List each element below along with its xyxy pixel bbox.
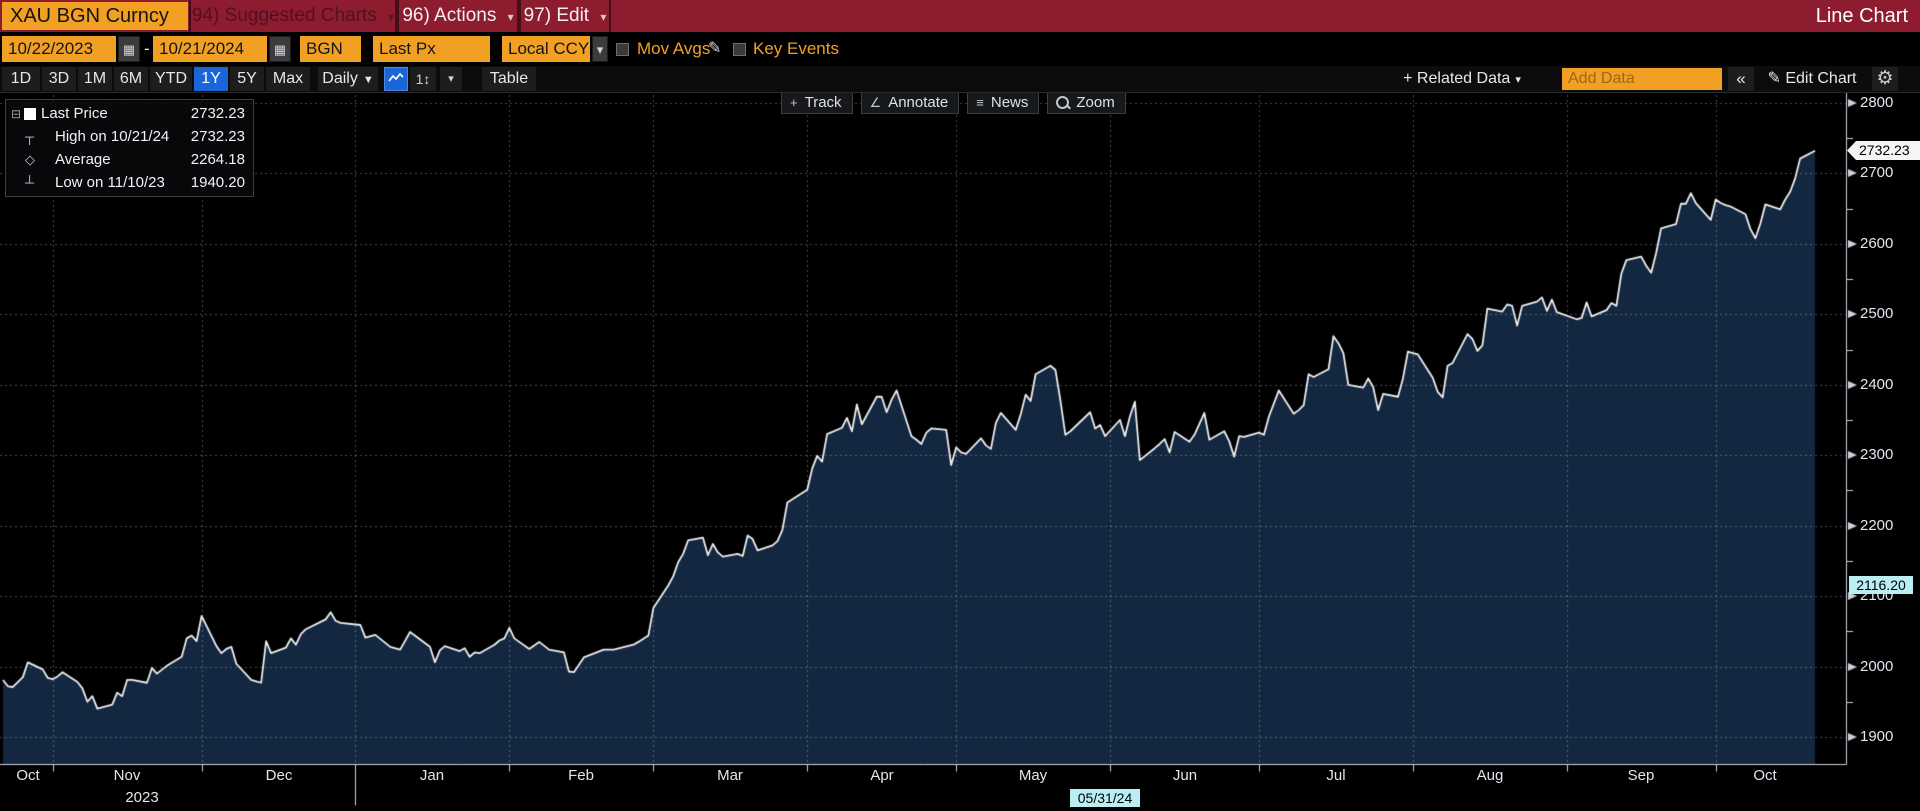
mov-avgs-label: Mov Avgs — [637, 36, 710, 62]
legend-value: 1940.20 — [191, 174, 245, 191]
actions-key: 96) — [402, 5, 429, 26]
calendar-icon: ▦ — [274, 42, 286, 57]
title-bar: XAU BGN Curncy 94) Suggested Charts ▾ 96… — [0, 0, 1920, 32]
legend-value: 2732.23 — [191, 105, 245, 122]
legend-row-low[interactable]: ┴ Low on 11/10/23 1940.20 — [6, 171, 253, 194]
price-field-selector[interactable]: Last Px — [373, 36, 490, 62]
high-marker-icon: ┬ — [25, 129, 34, 144]
security-field[interactable]: XAU BGN Curncy — [2, 2, 188, 30]
legend-value: 2732.23 — [191, 128, 245, 145]
chart-type-label: Line Chart — [1816, 0, 1908, 32]
key-events-checkbox[interactable] — [733, 43, 746, 56]
suggested-charts-menu[interactable]: 94) Suggested Charts ▾ — [189, 0, 397, 32]
track-date-axis-tag: 05/31/24 — [1070, 789, 1140, 807]
range-button-5y[interactable]: 5Y — [230, 67, 264, 91]
edit-menu[interactable]: 97) Edit ▾ — [519, 0, 611, 32]
range-button-6m[interactable]: 6M — [114, 67, 148, 91]
currency-selector[interactable]: Local CCY — [502, 36, 590, 62]
related-data-label: + Related Data — [1403, 70, 1510, 87]
settings-bar: 10/22/2023 ▦ - 10/21/2024 ▦ BGN Last Px … — [0, 32, 1920, 66]
track-price-axis-tag: 2116.20 — [1849, 576, 1913, 594]
average-marker-icon: ◇ — [25, 152, 35, 168]
legend-expand-icon[interactable]: ⊟ — [11, 107, 21, 121]
news-label: News — [991, 94, 1029, 111]
low-marker-icon: ┴ — [25, 175, 34, 190]
zoom-button[interactable]: Zoom — [1047, 92, 1125, 114]
legend-label: High on 10/21/24 — [55, 128, 191, 145]
pricing-source-field[interactable]: BGN — [300, 36, 361, 62]
year-label: 2023 — [112, 789, 172, 806]
zoom-magnifier-icon — [1056, 96, 1069, 109]
zoom-label: Zoom — [1076, 94, 1114, 111]
legend-row-average[interactable]: ◇ Average 2264.18 — [6, 148, 253, 171]
date-to-input[interactable]: 10/21/2024 — [153, 36, 267, 62]
suggested-charts-label: Suggested Charts — [225, 5, 377, 26]
mov-avgs-checkbox[interactable] — [616, 43, 629, 56]
range-button-ytd[interactable]: YTD — [150, 67, 192, 91]
chevron-down-icon: ▾ — [388, 10, 394, 24]
chevron-down-icon: ▾ — [448, 73, 454, 85]
date-to-calendar-button[interactable]: ▦ — [269, 36, 291, 62]
date-from-calendar-button[interactable]: ▦ — [118, 36, 140, 62]
range-button-3d[interactable]: 3D — [42, 67, 76, 91]
chevron-down-icon: ▾ — [1515, 74, 1521, 86]
calendar-icon: ▦ — [123, 42, 135, 57]
track-crosshair-icon: + — [790, 95, 798, 110]
frequency-dropdown[interactable]: Daily ▼ — [318, 67, 378, 91]
edit-chart-label: Edit Chart — [1785, 70, 1856, 87]
chevron-down-icon: ▾ — [597, 42, 604, 57]
range-button-1y-active[interactable]: 1Y — [194, 67, 228, 91]
date-from-input[interactable]: 10/22/2023 — [2, 36, 116, 62]
currency-dropdown-button[interactable]: ▾ — [592, 36, 608, 62]
last-price-swatch — [24, 108, 36, 120]
edit-key: 97) — [524, 5, 551, 26]
legend-value: 2264.18 — [191, 151, 245, 168]
suggested-charts-key: 94) — [192, 5, 219, 26]
table-button[interactable]: Table — [482, 67, 536, 91]
annotate-pencil-icon: ∠ — [870, 95, 882, 111]
range-button-1m[interactable]: 1M — [78, 67, 112, 91]
chevron-down-icon: ▾ — [600, 10, 606, 24]
line-chart-type-button[interactable] — [384, 67, 408, 91]
range-button-max[interactable]: Max — [266, 67, 310, 91]
edit-chart-button[interactable]: ✎ Edit Chart — [1758, 67, 1866, 91]
legend-label: Low on 11/10/23 — [55, 174, 191, 191]
news-button[interactable]: ≡ News — [967, 92, 1039, 114]
legend-row-high[interactable]: ┬ High on 10/21/24 2732.23 — [6, 125, 253, 148]
mov-avgs-edit-pencil-icon[interactable]: ✎ — [708, 36, 721, 62]
axis-updown-icon: 1↕ — [416, 71, 431, 87]
annotate-label: Annotate — [888, 94, 948, 111]
gear-icon: ⚙ — [1876, 68, 1893, 89]
chart-legend: ⊟ Last Price 2732.23 ┬ High on 10/21/24 … — [5, 99, 254, 197]
collapse-panel-button[interactable]: « — [1728, 67, 1754, 91]
period-toolbar: 1D 3D 1M 6M YTD 1Y 5Y Max Daily ▼ 1↕ ▾ Ta… — [0, 66, 1920, 92]
actions-label: Actions — [434, 5, 496, 26]
annotate-button[interactable]: ∠ Annotate — [861, 92, 960, 114]
key-events-label: Key Events — [753, 36, 839, 62]
track-label: Track — [805, 94, 842, 111]
edit-label: Edit — [556, 5, 589, 26]
chart-hover-toolbar: + Track ∠ Annotate ≡ News Zoom — [781, 92, 1126, 114]
frequency-value: Daily — [322, 70, 358, 87]
legend-label: Last Price — [41, 105, 191, 122]
settings-gear-button[interactable]: ⚙ — [1872, 67, 1898, 91]
actions-menu[interactable]: 96) Actions ▾ — [397, 0, 519, 32]
range-button-1d[interactable]: 1D — [2, 67, 40, 91]
down-triangle-icon: ▼ — [363, 74, 374, 86]
last-price-axis-tag: 2732.23 — [1847, 141, 1920, 160]
chevron-down-icon: ▾ — [508, 10, 514, 24]
chart-type-dropdown-button[interactable]: ▾ — [440, 67, 462, 91]
track-button[interactable]: + Track — [781, 92, 853, 114]
add-data-input[interactable] — [1562, 68, 1722, 90]
line-chart-icon — [388, 72, 404, 84]
related-data-button[interactable]: + Related Data ▾ — [1398, 67, 1526, 91]
legend-row-last-price[interactable]: ⊟ Last Price 2732.23 — [6, 102, 253, 125]
date-range-separator: - — [144, 36, 150, 62]
price-chart-plot-area[interactable] — [0, 0, 1920, 811]
axis-toggle-button[interactable]: 1↕ — [410, 67, 436, 91]
bloomberg-chart-window: 1900200021002200230024002500260027002800… — [0, 0, 1920, 811]
legend-label: Average — [55, 151, 191, 168]
pencil-icon: ✎ — [1768, 70, 1781, 87]
news-lines-icon: ≡ — [976, 95, 984, 110]
